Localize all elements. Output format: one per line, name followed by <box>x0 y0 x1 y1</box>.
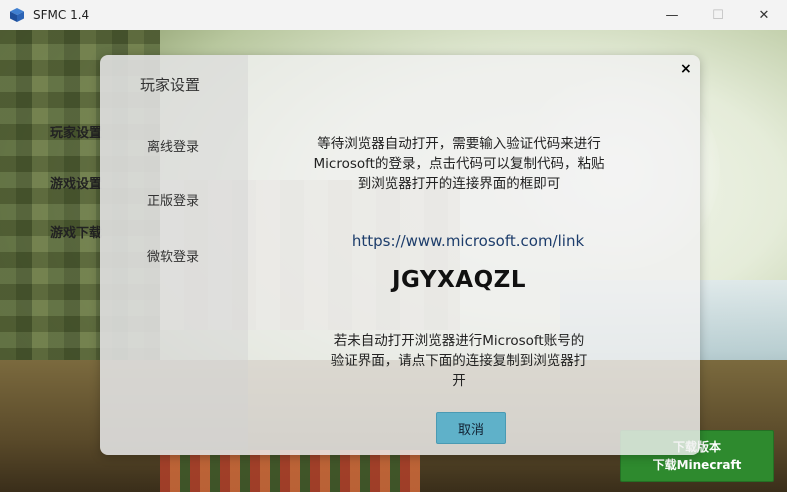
download-button-line2: 下载Minecraft <box>652 458 742 472</box>
sidebar-item-game-settings[interactable]: 游戏设置 <box>50 173 102 192</box>
close-window-button[interactable]: ✕ <box>741 0 787 30</box>
dialog-nav-panel: 玩家设置 离线登录 正版登录 微软登录 <box>100 55 248 455</box>
dialog-content-panel <box>248 55 700 455</box>
fallback-line: 开 <box>452 373 466 389</box>
dialog-title: 玩家设置 <box>140 76 201 94</box>
sidebar-item-player-settings[interactable]: 玩家设置 <box>50 122 102 141</box>
instruction-line: 等待浏览器自动打开，需要输入验证代码来进行 <box>317 136 601 152</box>
window-title: SFMC 1.4 <box>33 8 90 22</box>
sidebar-item-game-download[interactable]: 游戏下载 <box>50 222 102 241</box>
nav-offline-login[interactable]: 离线登录 <box>147 136 199 155</box>
nav-microsoft-login[interactable]: 微软登录 <box>147 246 199 265</box>
nav-premium-login[interactable]: 正版登录 <box>147 190 199 209</box>
minimize-button[interactable]: — <box>649 0 695 30</box>
maximize-button[interactable]: ☐ <box>695 0 741 30</box>
window-controls: — ☐ ✕ <box>649 0 787 30</box>
dialog-close-button[interactable]: × <box>680 61 692 77</box>
microsoft-link[interactable]: https://www.microsoft.com/link <box>248 232 688 250</box>
fallback-line: 验证界面，请点下面的连接复制到浏览器打 <box>330 353 588 369</box>
instruction-line: Microsoft的登录，点击代码可以复制代码，粘贴 <box>313 156 605 172</box>
cancel-button[interactable]: 取消 <box>436 412 506 444</box>
instruction-line: 到浏览器打开的连接界面的框即可 <box>357 176 561 192</box>
verification-code[interactable]: JGYXAQZL <box>248 267 670 293</box>
maximize-icon: ☐ <box>712 7 724 23</box>
close-icon: ✕ <box>758 7 770 23</box>
app-cube-icon <box>10 8 24 22</box>
minimize-icon: — <box>665 7 679 23</box>
instruction-text: 等待浏览器自动打开，需要输入验证代码来进行 Microsoft的登录，点击代码可… <box>248 134 670 194</box>
fallback-text: 若未自动打开浏览器进行Microsoft账号的 验证界面，请点下面的连接复制到浏… <box>248 331 670 391</box>
fallback-line: 若未自动打开浏览器进行Microsoft账号的 <box>333 333 585 349</box>
flowers <box>160 450 420 492</box>
login-dialog: 玩家设置 离线登录 正版登录 微软登录 × 等待浏览器自动打开，需要输入验证代码… <box>100 55 700 455</box>
title-bar: SFMC 1.4 — ☐ ✕ <box>0 0 787 30</box>
